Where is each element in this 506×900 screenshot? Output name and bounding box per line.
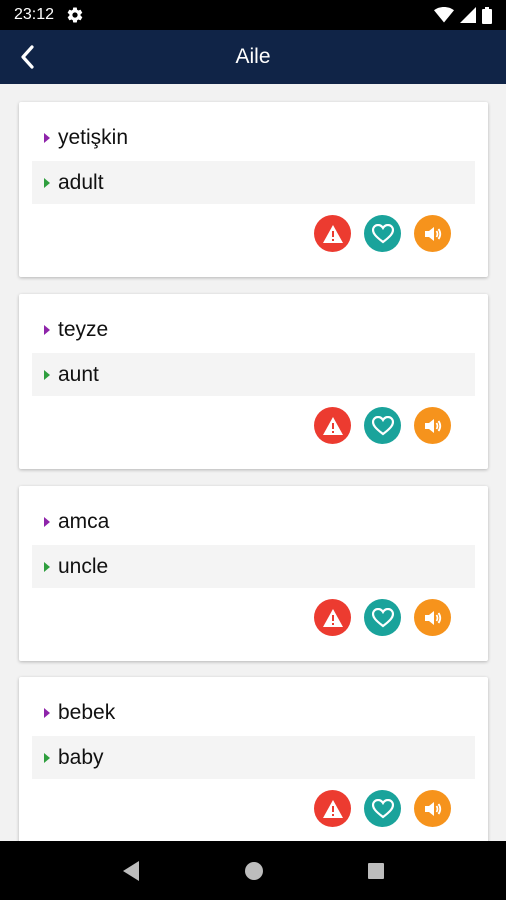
favorite-button[interactable] <box>364 599 401 636</box>
wifi-icon <box>434 7 454 23</box>
source-word-row: amca <box>32 502 475 542</box>
battery-icon <box>482 6 492 24</box>
bullet-icon <box>44 752 50 763</box>
back-button[interactable] <box>8 38 46 76</box>
heart-icon <box>371 223 394 243</box>
source-word-row: yetişkin <box>32 118 475 158</box>
warning-icon <box>322 799 343 818</box>
source-word: yetişkin <box>58 126 129 149</box>
heart-icon <box>371 415 394 435</box>
target-word: uncle <box>58 554 109 578</box>
source-word: teyze <box>58 318 109 341</box>
card-actions <box>314 790 451 827</box>
speaker-icon <box>424 226 441 241</box>
speak-button[interactable] <box>414 790 451 827</box>
favorite-button[interactable] <box>364 215 401 252</box>
source-word: bebek <box>58 701 116 724</box>
warning-icon <box>322 416 343 435</box>
word-card: teyze aunt <box>19 294 488 469</box>
speak-button[interactable] <box>414 599 451 636</box>
status-time: 23:12 <box>14 6 55 23</box>
bullet-icon <box>44 517 50 527</box>
word-card: yetişkin adult <box>19 102 488 277</box>
target-word: adult <box>58 170 104 194</box>
report-button[interactable] <box>314 599 351 636</box>
target-word-row: adult <box>32 161 475 204</box>
source-word: amca <box>58 510 110 533</box>
card-actions <box>314 599 451 636</box>
bullet-icon <box>44 177 50 188</box>
source-word-row: teyze <box>32 310 475 350</box>
warning-icon <box>322 224 343 243</box>
bullet-icon <box>44 369 50 380</box>
card-actions <box>314 407 451 444</box>
speak-button[interactable] <box>414 407 451 444</box>
word-card: amca uncle <box>19 486 488 661</box>
heart-icon <box>371 607 394 627</box>
word-list[interactable]: yetişkin adult teyze aunt amca uncle beb… <box>0 84 506 841</box>
favorite-button[interactable] <box>364 407 401 444</box>
heart-icon <box>371 798 394 818</box>
report-button[interactable] <box>314 215 351 252</box>
target-word-row: aunt <box>32 353 475 396</box>
page-title: Aile <box>235 45 271 68</box>
target-word-row: baby <box>32 736 475 779</box>
source-word-row: bebek <box>32 693 475 733</box>
speaker-icon <box>424 610 441 625</box>
system-nav-bar <box>0 841 506 900</box>
card-actions <box>314 215 451 252</box>
favorite-button[interactable] <box>364 790 401 827</box>
bullet-icon <box>44 708 50 718</box>
cell-signal-icon <box>460 7 476 23</box>
nav-home-icon[interactable] <box>244 861 264 881</box>
report-button[interactable] <box>314 407 351 444</box>
status-bar: 23:12 <box>0 0 506 30</box>
warning-icon <box>322 608 343 627</box>
speaker-icon <box>424 418 441 433</box>
target-word-row: uncle <box>32 545 475 588</box>
nav-back-icon[interactable] <box>121 860 141 882</box>
word-card: bebek baby <box>19 677 488 841</box>
chevron-left-icon <box>21 45 34 69</box>
bullet-icon <box>44 325 50 335</box>
bullet-icon <box>44 561 50 572</box>
gear-icon <box>67 7 83 23</box>
nav-recents-icon[interactable] <box>367 862 385 880</box>
status-icons <box>434 6 492 24</box>
app-bar: Aile <box>0 30 506 84</box>
report-button[interactable] <box>314 790 351 827</box>
bullet-icon <box>44 133 50 143</box>
speaker-icon <box>424 801 441 816</box>
target-word: baby <box>58 745 104 769</box>
speak-button[interactable] <box>414 215 451 252</box>
target-word: aunt <box>58 362 99 386</box>
